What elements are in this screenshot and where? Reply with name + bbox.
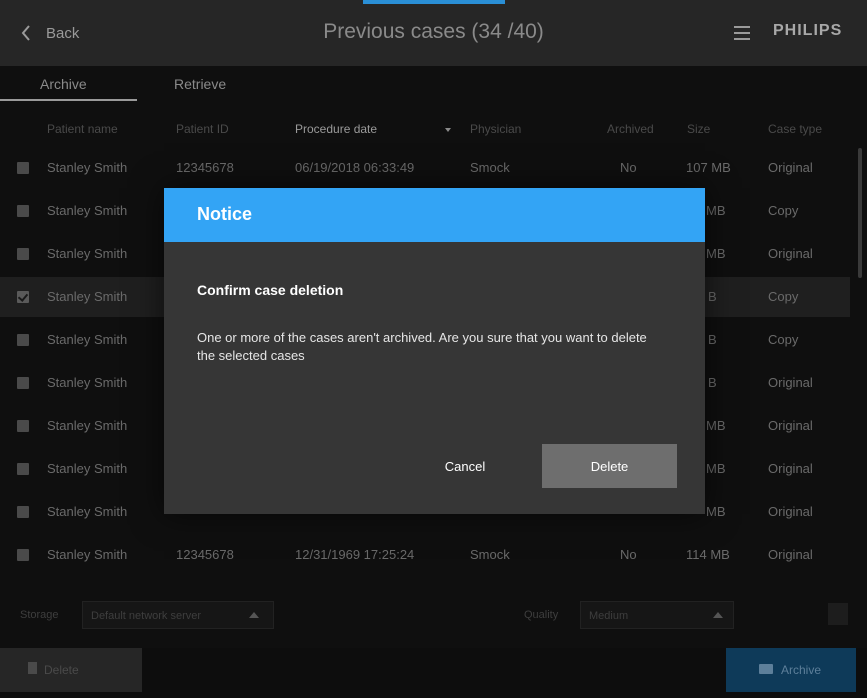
cell-archived: No [620,547,637,562]
confirm-delete-button[interactable]: Delete [542,444,677,488]
quality-select[interactable]: Medium [580,601,734,629]
cell-size: B [708,375,717,390]
cell-size: 107 MB [686,160,731,175]
cell-size: B [708,289,717,304]
cell-case-type: Copy [768,203,799,218]
cell-case-type: Copy [768,332,799,347]
cell-case-type: Original [768,547,813,562]
cell-patient-name: Stanley Smith [47,332,128,347]
delete-cases-label: Delete [44,663,79,677]
column-header-procedure-date[interactable]: Procedure date [295,122,377,136]
dialog-header: Notice [164,188,705,242]
cell-patient-name: Stanley Smith [47,375,128,390]
active-tab-indicator [0,99,137,101]
row-checkbox[interactable] [17,377,29,389]
column-header-size[interactable]: Size [687,122,710,136]
dialog-message: One or more of the cases aren't archived… [197,330,647,363]
storage-select[interactable]: Default network server [82,601,274,629]
back-button[interactable]: Back [20,20,79,46]
dialog-heading: Confirm case deletion [197,282,344,298]
hamburger-menu-icon[interactable] [734,26,750,40]
sort-down-icon [445,128,451,132]
cell-physician: Smock [470,547,510,562]
export-options: Storage Default network server Quality M… [0,598,867,632]
back-label: Back [46,24,80,42]
cell-physician: Smock [470,160,510,175]
delete-cases-button[interactable]: Delete [0,648,142,692]
column-header-case-type[interactable]: Case type [768,122,822,136]
column-header-archived[interactable]: Archived [607,122,654,136]
tab-archive[interactable]: Archive [40,76,87,92]
cell-patient-id: 12345678 [176,160,234,175]
tab-retrieve[interactable]: Retrieve [174,76,226,92]
tab-bar: Archive Retrieve [0,66,867,102]
cell-archived: No [620,160,637,175]
option-checkbox[interactable] [828,603,848,625]
cell-size: MB [706,504,726,519]
cell-size: MB [706,461,726,476]
cell-patient-name: Stanley Smith [47,461,128,476]
column-header-patient-name[interactable]: Patient name [47,122,118,136]
caret-up-icon [249,612,259,618]
cell-size: MB [706,203,726,218]
cell-patient-name: Stanley Smith [47,547,128,562]
quality-label: Quality [524,609,559,621]
cell-size: MB [706,246,726,261]
row-checkbox[interactable] [17,291,29,303]
confirm-delete-dialog: Notice Confirm case deletion One or more… [164,188,705,514]
row-checkbox[interactable] [17,463,29,475]
folder-icon [759,664,773,674]
column-header-patient-id[interactable]: Patient ID [176,122,229,136]
cell-patient-name: Stanley Smith [47,246,128,261]
archive-button[interactable]: Archive [726,648,856,692]
footer-bar: Delete Archive [0,648,867,698]
cell-case-type: Original [768,375,813,390]
trash-icon [28,662,37,674]
cell-size: MB [706,418,726,433]
cell-size: B [708,332,717,347]
quality-value: Medium [589,610,629,622]
row-checkbox[interactable] [17,205,29,217]
table-header: Patient name Patient ID Procedure date P… [0,118,850,142]
row-checkbox[interactable] [17,334,29,346]
top-accent-bar [363,0,505,4]
row-checkbox[interactable] [17,420,29,432]
cell-patient-id: 12345678 [176,547,234,562]
table-scrollbar[interactable] [858,148,862,278]
dialog-title: Notice [197,204,253,224]
chevron-left-icon [21,25,30,41]
cell-case-type: Original [768,461,813,476]
cell-patient-name: Stanley Smith [47,203,128,218]
storage-label: Storage [20,609,59,621]
cell-patient-name: Stanley Smith [47,289,128,304]
table-row[interactable]: Stanley Smith 12345678 12/31/1969 17:25:… [0,535,850,575]
cell-case-type: Original [768,418,813,433]
top-bar: Back Previous cases (34 /40) PHILIPS [0,0,867,66]
storage-value: Default network server [91,610,202,622]
cell-patient-name: Stanley Smith [47,418,128,433]
table-row[interactable]: Stanley Smith 12345678 06/19/2018 06:33:… [0,148,850,188]
column-header-physician[interactable]: Physician [470,122,521,136]
cancel-button[interactable]: Cancel [426,444,504,488]
cell-case-type: Original [768,504,813,519]
row-checkbox[interactable] [17,162,29,174]
row-checkbox[interactable] [17,549,29,561]
cell-patient-name: Stanley Smith [47,160,128,175]
cell-procedure-date: 06/19/2018 06:33:49 [295,160,415,175]
cell-patient-name: Stanley Smith [47,504,128,519]
cell-size: 114 MB [686,547,730,562]
archive-label: Archive [781,663,822,677]
brand-logo: PHILIPS [773,22,843,39]
cell-case-type: Copy [768,289,799,304]
cell-case-type: Original [768,246,813,261]
row-checkbox[interactable] [17,506,29,518]
cell-case-type: Original [768,160,813,175]
cell-procedure-date: 12/31/1969 17:25:24 [295,547,415,562]
row-checkbox[interactable] [17,248,29,260]
caret-up-icon [713,612,723,618]
